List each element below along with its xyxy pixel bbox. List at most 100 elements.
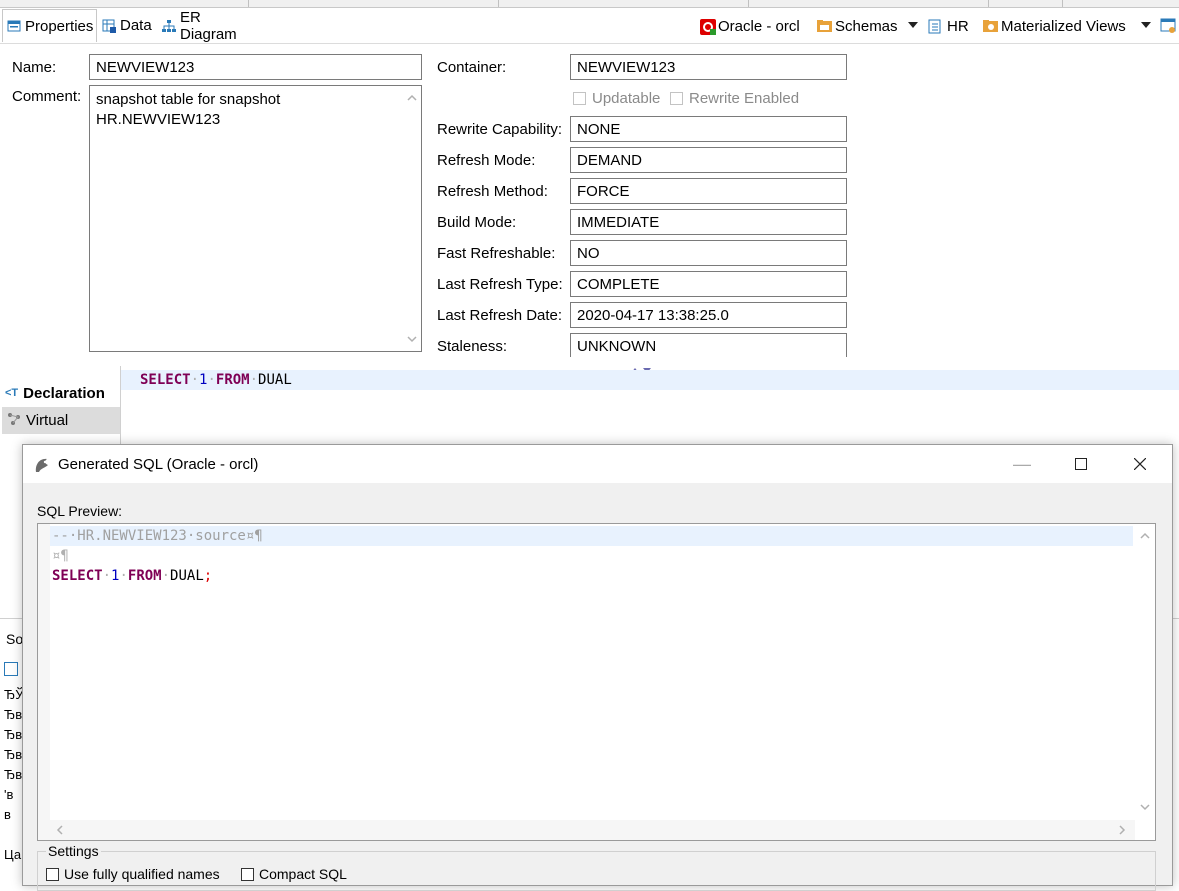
maximize-icon bbox=[1075, 454, 1087, 475]
staleness-field[interactable]: UNKNOWN bbox=[570, 333, 847, 357]
settings-group: Settings Use fully qualified names Compa… bbox=[37, 843, 1156, 891]
staleness-field-clip: UNKNOWN bbox=[570, 333, 847, 357]
close-button[interactable] bbox=[1111, 445, 1169, 483]
tab-label: ER Diagram bbox=[180, 8, 237, 43]
sql-preview-label: SQL Preview: bbox=[37, 503, 123, 519]
editor-ruler bbox=[38, 524, 50, 840]
breadcrumb-schemas-label: Schemas bbox=[835, 17, 898, 35]
schema-icon bbox=[928, 19, 942, 34]
oracle-connection-icon bbox=[700, 19, 716, 35]
editor-toolbar: Properties Data ER Diagram Oracle - orcl… bbox=[0, 8, 1179, 44]
name-field[interactable]: NEWVIEW123 bbox=[89, 54, 422, 80]
property-label: Rewrite Capability: bbox=[437, 121, 563, 138]
property-label: Fast Refreshable: bbox=[437, 245, 556, 262]
properties-icon bbox=[7, 19, 21, 33]
sql-preview-editor[interactable]: --·HR.NEWVIEW123·source¤¶ ¤¶ SELECT·1·FR… bbox=[37, 523, 1156, 841]
declaration-editor-line[interactable]: SELECT·1·FROM·DUAL bbox=[121, 370, 1179, 390]
sql-table: DUAL bbox=[170, 568, 204, 584]
sql-table: DUAL bbox=[258, 372, 292, 388]
sql-semicolon: ; bbox=[203, 568, 213, 584]
schemas-dropdown-arrow-icon[interactable] bbox=[908, 22, 918, 28]
materialized-views-folder-icon bbox=[983, 19, 998, 33]
horizontal-scrollbar[interactable] bbox=[38, 820, 1135, 840]
last-refresh-type-field[interactable]: COMPLETE bbox=[570, 271, 847, 297]
comment-scrollbar[interactable] bbox=[403, 86, 421, 351]
container-label: Container: bbox=[437, 59, 507, 76]
minimize-button[interactable]: — bbox=[993, 445, 1051, 483]
fast-refreshable-field[interactable]: NO bbox=[570, 240, 847, 266]
sql-keyword: SELECT bbox=[140, 372, 191, 388]
comment-text: snapshot table for snapshot HR.NEWVIEW12… bbox=[96, 91, 281, 128]
settings-label: Settings bbox=[46, 843, 101, 859]
checkbox-box bbox=[46, 867, 59, 881]
rewrite-enabled-label: Rewrite Enabled bbox=[689, 90, 800, 107]
background-text-fragment: Ђв bbox=[4, 747, 23, 762]
schemas-folder-icon bbox=[817, 19, 832, 33]
background-text-fragment: Ђв bbox=[4, 707, 23, 722]
background-tab-fragment: So bbox=[6, 631, 24, 647]
property-label: Last Refresh Type: bbox=[437, 276, 563, 293]
side-tab-virtual[interactable]: Virtual bbox=[2, 407, 120, 434]
close-icon bbox=[1133, 454, 1147, 475]
property-label: Refresh Mode: bbox=[437, 152, 536, 169]
side-tab-virtual-label: Virtual bbox=[26, 412, 69, 429]
maximize-button[interactable] bbox=[1052, 445, 1110, 483]
refresh-mode-field[interactable]: DEMAND bbox=[570, 147, 847, 173]
breadcrumb-schema-label: HR bbox=[947, 17, 969, 35]
background-text-fragment: ЂЎ bbox=[4, 687, 24, 702]
tab-properties[interactable]: Properties bbox=[2, 9, 97, 42]
background-icon bbox=[4, 662, 18, 676]
comment-label: Comment: bbox=[12, 88, 82, 105]
updatable-label: Updatable bbox=[592, 90, 661, 107]
editor-tab-strip bbox=[0, 0, 1179, 8]
rewrite-capability-field[interactable]: NONE bbox=[570, 116, 847, 142]
dialog-title: Generated SQL (Oracle - orcl) bbox=[58, 456, 259, 473]
dbeaver-icon bbox=[33, 456, 51, 478]
background-panel: So ЂЎ Ђв Ђв Ђв Ђв 'в в Ца bbox=[0, 618, 24, 878]
sql-keyword: FROM bbox=[127, 568, 162, 584]
breadcrumb-schema[interactable]: HR bbox=[928, 16, 969, 36]
breadcrumb-materialized-views-label: Materialized Views bbox=[1001, 17, 1126, 35]
fully-qualified-names-label: Use fully qualified names bbox=[64, 866, 220, 882]
tab-label: Data bbox=[120, 17, 152, 34]
property-label: Refresh Method: bbox=[437, 183, 548, 200]
tab-er-diagram[interactable]: ER Diagram bbox=[158, 8, 263, 43]
breadcrumb-connection-label: Oracle - orcl bbox=[718, 17, 800, 35]
side-tab-declaration-label: Declaration bbox=[23, 384, 105, 402]
property-label: Last Refresh Date: bbox=[437, 307, 563, 324]
vertical-scrollbar[interactable] bbox=[1135, 524, 1155, 820]
sql-comment-line: --·HR.NEWVIEW123·source¤¶ bbox=[50, 526, 1133, 546]
sql-statement-line: SELECT·1·FROM·DUAL; bbox=[52, 568, 213, 584]
data-grid-icon bbox=[102, 19, 116, 33]
declaration-icon: <T bbox=[5, 387, 19, 399]
compact-sql-label: Compact SQL bbox=[259, 866, 347, 882]
er-diagram-icon bbox=[162, 19, 176, 33]
breadcrumb-schemas[interactable]: Schemas bbox=[817, 16, 898, 36]
property-label: Staleness: bbox=[437, 338, 508, 355]
sql-blank-line: ¤¶ bbox=[52, 548, 69, 564]
sql-keyword: FROM bbox=[215, 372, 250, 388]
background-text-fragment: 'в в bbox=[4, 787, 14, 822]
container-field[interactable]: NEWVIEW123 bbox=[570, 54, 847, 80]
compact-sql-checkbox[interactable]: Compact SQL bbox=[241, 866, 347, 882]
tab-data[interactable]: Data bbox=[98, 9, 156, 42]
side-tab-declaration[interactable]: <T Declaration bbox=[2, 380, 120, 406]
build-mode-field[interactable]: IMMEDIATE bbox=[570, 209, 847, 235]
materialized-view-icon[interactable] bbox=[1160, 18, 1176, 38]
breadcrumb-connection[interactable]: Oracle - orcl bbox=[700, 16, 800, 36]
generated-sql-dialog: Generated SQL (Oracle - orcl) — SQL Prev… bbox=[22, 444, 1173, 891]
last-refresh-date-field[interactable]: 2020-04-17 13:38:25.0 bbox=[570, 302, 847, 328]
checkbox-box bbox=[241, 867, 254, 881]
comment-textarea[interactable]: snapshot table for snapshot HR.NEWVIEW12… bbox=[89, 85, 422, 352]
property-label: Build Mode: bbox=[437, 214, 517, 231]
folder-dropdown-arrow-icon[interactable] bbox=[1141, 22, 1151, 28]
rewrite-enabled-checkbox[interactable]: Rewrite Enabled bbox=[670, 90, 799, 107]
breadcrumb-materialized-views[interactable]: Materialized Views bbox=[983, 16, 1126, 36]
tab-label: Properties bbox=[25, 17, 94, 35]
minimize-icon: — bbox=[1013, 453, 1031, 474]
sql-keyword: SELECT bbox=[52, 568, 103, 584]
fully-qualified-names-checkbox[interactable]: Use fully qualified names bbox=[46, 866, 220, 882]
updatable-checkbox[interactable]: Updatable bbox=[573, 90, 660, 107]
refresh-method-field[interactable]: FORCE bbox=[570, 178, 847, 204]
dialog-titlebar[interactable]: Generated SQL (Oracle - orcl) — bbox=[23, 445, 1172, 483]
